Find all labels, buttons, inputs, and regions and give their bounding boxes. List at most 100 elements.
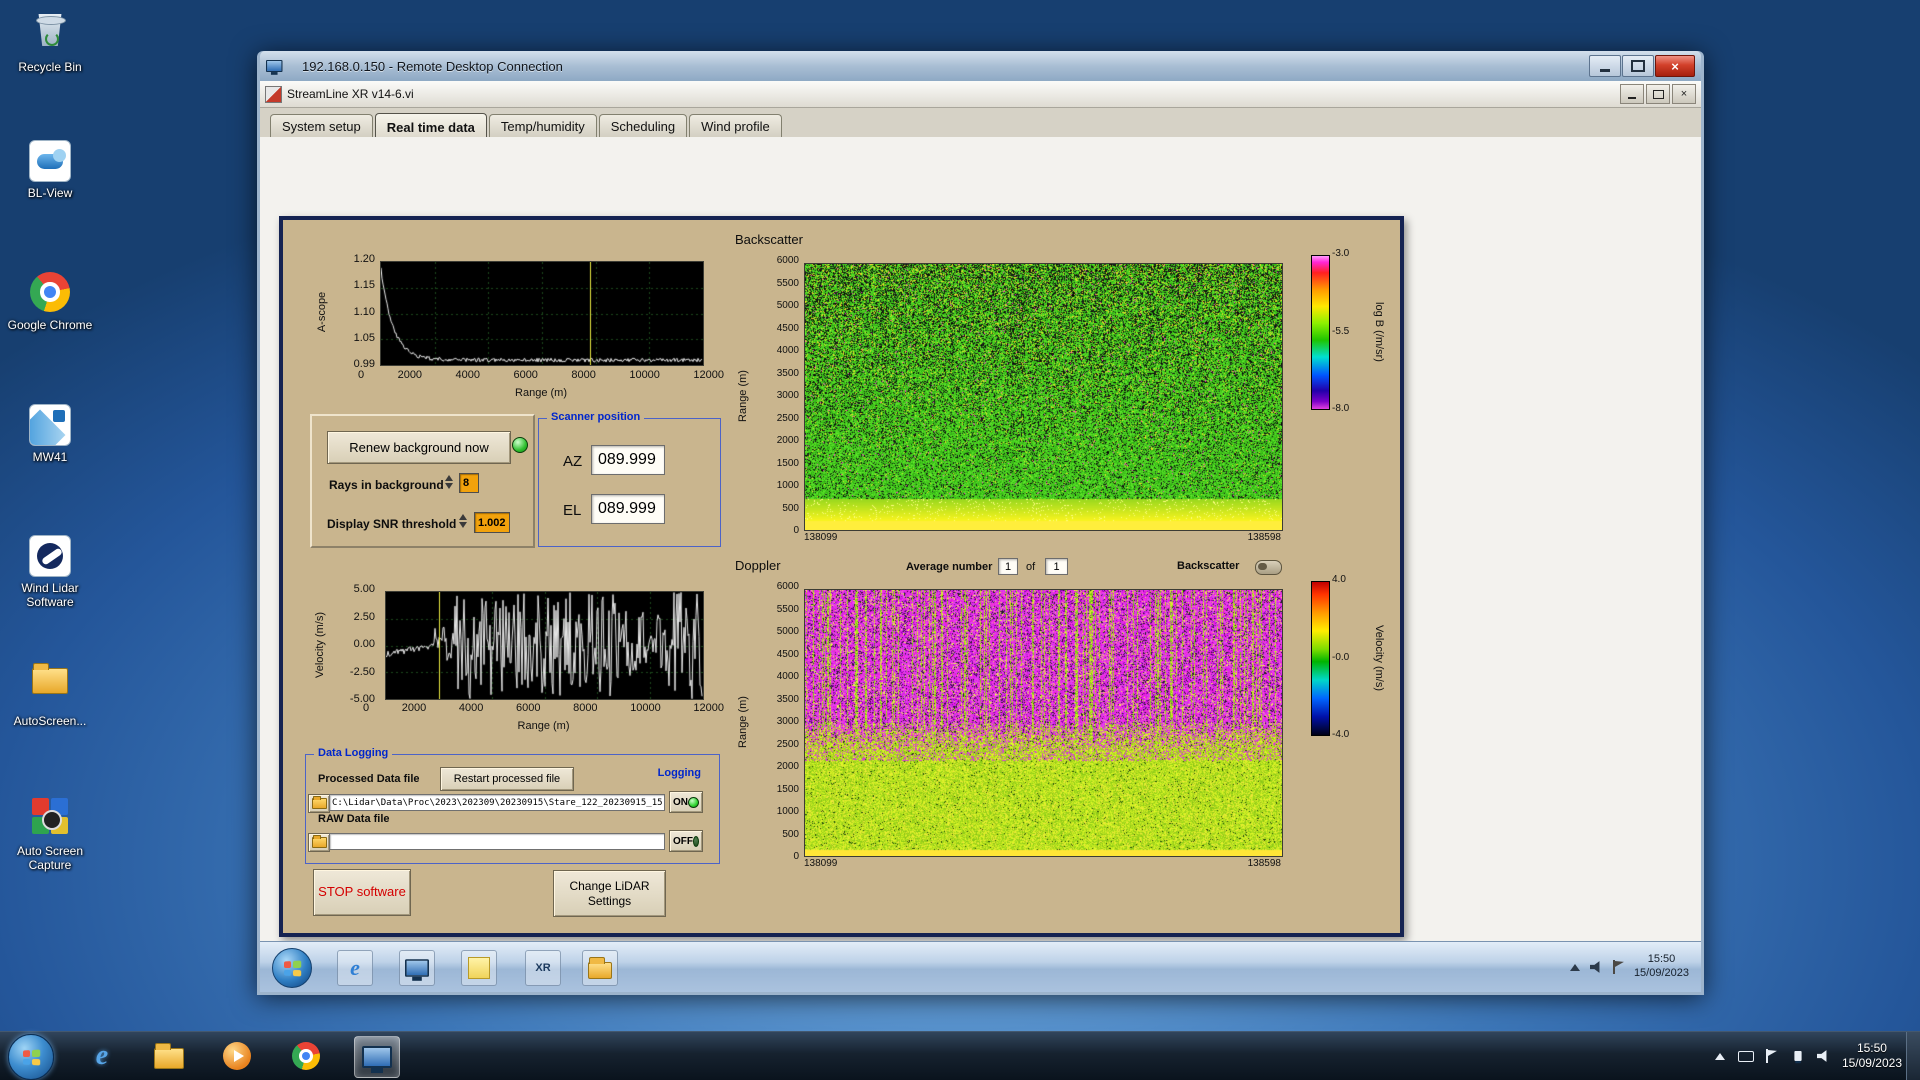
remote-taskbar-app-icon[interactable] [399, 950, 435, 986]
app-body: A-scope 1.20 1.15 1.10 1.05 0.99 0 2000 4000 60… [260, 137, 1701, 942]
average-total-field[interactable]: 1 [1045, 558, 1068, 575]
axis-tick: 3000 [777, 717, 799, 727]
taskbar-rdp-icon[interactable] [354, 1036, 400, 1078]
el-value: 089.999 [591, 494, 665, 524]
raw-path-field[interactable] [329, 833, 665, 850]
processed-logging-on-button[interactable]: ON [669, 791, 703, 813]
snr-value-field[interactable]: 1.002 [474, 512, 510, 533]
doppler-section-title: Doppler [735, 558, 781, 573]
desktop-icon-label: MW41 [6, 451, 94, 465]
x-start-tick: 138099 [804, 859, 837, 869]
axis-tick: -3.0 [1332, 249, 1349, 259]
app-close-button[interactable]: × [1672, 84, 1696, 104]
axis-tick: 1.15 [354, 280, 375, 291]
axis-tick: 5500 [777, 279, 799, 289]
doppler-y-ticks: 6000 5500 5000 4500 4000 3500 3000 2500 2000 1500… [757, 582, 799, 862]
rays-value-field[interactable]: 8 [459, 473, 479, 493]
tray-action-center-icon[interactable] [1764, 1048, 1780, 1064]
rdp-minimize-button[interactable] [1589, 55, 1621, 77]
remote-tray-hidden-icons-arrow[interactable] [1568, 960, 1582, 974]
tray-keyboard-icon[interactable] [1738, 1048, 1754, 1064]
tray-volume-icon[interactable] [1816, 1048, 1832, 1064]
remote-taskbar-xr-app-icon[interactable]: XR [525, 950, 561, 986]
axis-tick: 1500 [777, 459, 799, 469]
tab-real-time-data[interactable]: Real time data [375, 113, 487, 138]
vi-app-icon [265, 86, 282, 103]
scanner-position-group: Scanner position AZ 089.999 EL 089.999 [538, 418, 721, 547]
show-desktop-button[interactable] [1906, 1032, 1920, 1080]
logging-label: Logging [654, 767, 705, 779]
restart-processed-file-button[interactable]: Restart processed file [440, 767, 574, 791]
remote-taskbar-ie-icon[interactable]: e [337, 950, 373, 986]
renew-background-button[interactable]: Renew background now [327, 431, 511, 464]
axis-tick: 4000 [459, 703, 483, 714]
front-panel: A-scope 1.20 1.15 1.10 1.05 0.99 0 2000 4000 60… [279, 216, 1404, 937]
taskbar-ie-icon[interactable]: e [80, 1036, 124, 1076]
rdp-close-button[interactable]: × [1655, 55, 1695, 77]
start-button[interactable] [8, 1034, 54, 1080]
axis-tick: 500 [782, 830, 799, 840]
tab-system-setup[interactable]: System setup [270, 114, 373, 137]
raw-logging-off-button[interactable]: OFF [669, 830, 703, 852]
desktop-icon-auto-screen-capture[interactable]: Auto Screen Capture [6, 794, 94, 873]
rdp-maximize-button[interactable] [1622, 55, 1654, 77]
remote-start-button[interactable] [272, 948, 312, 988]
on-label: ON [673, 797, 688, 808]
tray-network-icon[interactable] [1790, 1048, 1806, 1064]
desktop-icon-bl-view[interactable]: BL-View [6, 138, 94, 201]
rays-spinner[interactable] [443, 472, 455, 492]
desktop-icon-google-chrome[interactable]: Google Chrome [6, 270, 94, 333]
processed-path-field[interactable]: C:\Lidar\Data\Proc\2023\202309\20230915\… [329, 794, 665, 811]
desktop-icon-autoscreen-folder[interactable]: AutoScreen... [6, 660, 94, 729]
ascope-y-axis-label: A-scope [311, 255, 333, 369]
remote-clock[interactable]: 15:50 15/09/2023 [1634, 953, 1689, 981]
taskbar-explorer-icon[interactable] [147, 1036, 191, 1076]
az-value: 089.999 [591, 445, 665, 475]
taskbar-clock[interactable]: 15:50 15/09/2023 [1842, 1041, 1902, 1071]
remote-taskbar-folder-icon[interactable] [582, 950, 618, 986]
stop-software-button[interactable]: STOP software [313, 869, 411, 916]
axis-tick: 6000 [516, 703, 540, 714]
app-titlebar[interactable]: StreamLine XR v14-6.vi × [260, 81, 1701, 108]
change-lidar-settings-button[interactable]: Change LiDAR Settings [553, 870, 666, 917]
axis-tick: 1000 [777, 807, 799, 817]
axis-tick: 2.50 [354, 612, 375, 623]
remote-clock-date: 15/09/2023 [1634, 967, 1689, 981]
remote-taskbar-notes-icon[interactable] [461, 950, 497, 986]
axis-tick: 2500 [777, 740, 799, 750]
on-led [688, 797, 699, 808]
app-minimize-button[interactable] [1620, 84, 1644, 104]
tab-temp-humidity[interactable]: Temp/humidity [489, 114, 597, 137]
raw-path-browse-button[interactable] [308, 833, 330, 852]
tab-scheduling[interactable]: Scheduling [599, 114, 687, 137]
axis-tick: -2.50 [350, 667, 375, 678]
processed-path-browse-button[interactable] [308, 794, 330, 813]
x-end-tick: 138598 [1248, 859, 1281, 869]
rdp-window-icon [266, 60, 283, 72]
axis-tick: 3500 [777, 369, 799, 379]
rdp-titlebar[interactable]: 192.168.0.150 - Remote Desktop Connectio… [260, 51, 1701, 81]
remote-tray-volume-icon[interactable] [1590, 960, 1604, 974]
axis-tick: 5000 [777, 301, 799, 311]
ascope-y-ticks: 1.20 1.15 1.10 1.05 0.99 [333, 254, 375, 370]
processed-data-file-label: Processed Data file [318, 773, 420, 785]
recycle-bin-icon [28, 14, 72, 58]
taskbar-media-player-icon[interactable] [215, 1036, 259, 1076]
tray-hidden-icons-arrow[interactable] [1712, 1048, 1728, 1064]
tab-wind-profile[interactable]: Wind profile [689, 114, 782, 137]
taskbar-chrome-icon[interactable] [284, 1036, 328, 1076]
desktop-icon-mw41[interactable]: MW41 [6, 402, 94, 465]
backscatter-x-ticks: 138099 138598 [804, 533, 1281, 543]
snr-spinner[interactable] [457, 511, 469, 531]
rdp-window: 192.168.0.150 - Remote Desktop Connectio… [257, 51, 1704, 995]
desktop-icon-wind-lidar[interactable]: Wind Lidar Software [6, 533, 94, 610]
axis-tick: 3500 [777, 695, 799, 705]
average-number-label: Average number [906, 561, 992, 573]
backscatter-y-ticks: 6000 5500 5000 4500 4000 3500 3000 2500 2000 1500… [757, 256, 799, 536]
backscatter-colorbar [1311, 255, 1330, 410]
remote-tray-flag-icon[interactable] [1612, 960, 1626, 974]
average-number-field[interactable]: 1 [998, 558, 1018, 575]
app-maximize-button[interactable] [1646, 84, 1670, 104]
backscatter-toggle[interactable] [1255, 560, 1282, 575]
desktop-icon-recycle-bin[interactable]: Recycle Bin [6, 8, 94, 75]
